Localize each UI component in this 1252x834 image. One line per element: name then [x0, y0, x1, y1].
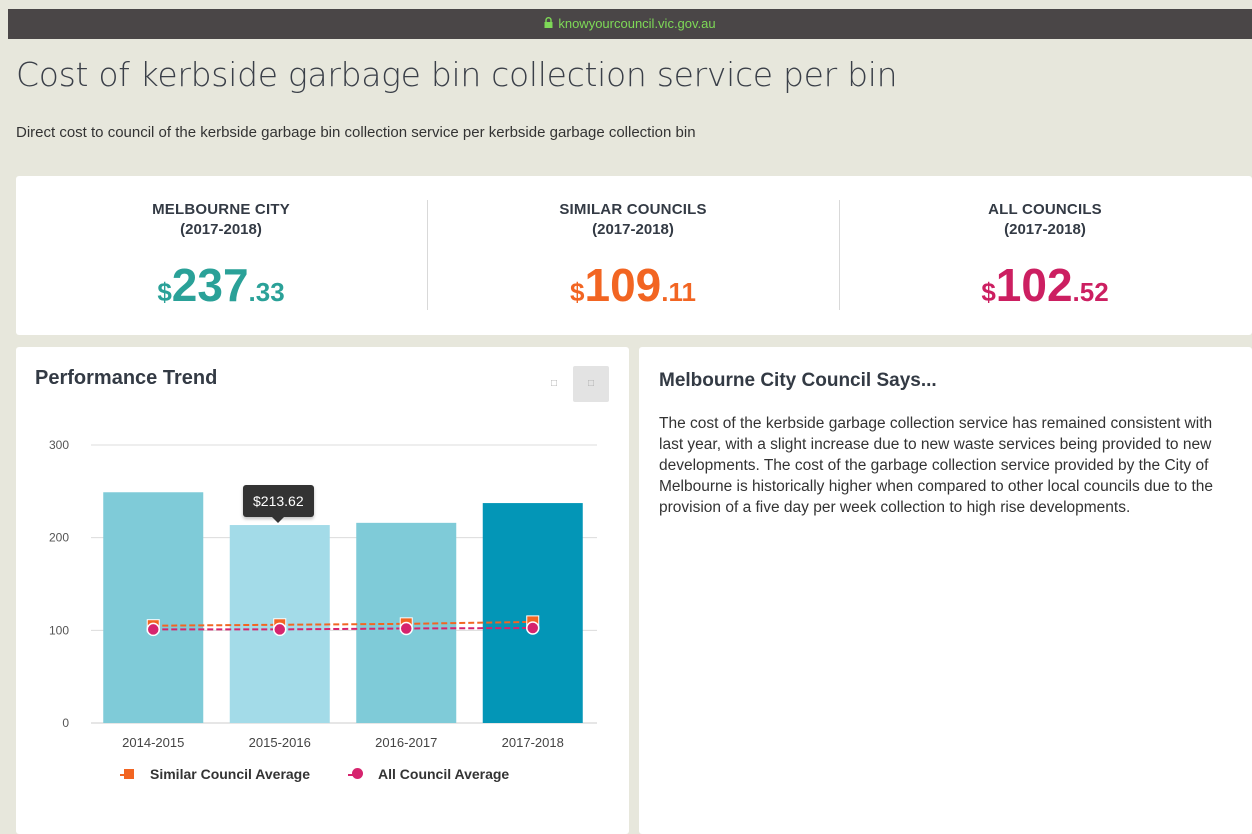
- all-council-average-line: [153, 626, 533, 631]
- chart-bar: [482, 503, 583, 723]
- stat-currency: $: [570, 277, 585, 307]
- legend-label: Similar Council Average: [150, 766, 311, 782]
- circle-marker-icon: [352, 768, 363, 779]
- council-says-text: The cost of the kerbside garbage collect…: [659, 415, 1213, 516]
- stat-melbourne-city: MELBOURNE CITY (2017-2018) $237.33: [16, 176, 426, 335]
- stat-all-councils: ALL COUNCILS (2017-2018) $102.52: [840, 176, 1250, 335]
- performance-trend-chart: 0 100 200 300 2014-2015 2015-2016 2016-2017 201…: [49, 438, 597, 750]
- table-icon[interactable]: □: [573, 366, 609, 402]
- all-council-average-point: [273, 622, 287, 637]
- stat-cents: .33: [248, 277, 285, 307]
- stat-name: MELBOURNE CITY: [152, 201, 290, 218]
- y-tick-label: 300: [49, 438, 69, 452]
- stat-year: (2017-2018): [1004, 221, 1086, 238]
- browser-url-bar[interactable]: knowyourcouncil.vic.gov.au: [8, 9, 1252, 39]
- bar-chart-icon[interactable]: □: [547, 377, 561, 391]
- stat-currency: $: [157, 277, 172, 307]
- council-says-panel: Melbourne City Council Says... The cost …: [639, 347, 1252, 834]
- stat-value: $102.52: [840, 258, 1250, 312]
- council-says-title: Melbourne City Council Says...: [659, 370, 937, 391]
- square-marker-icon: [124, 769, 134, 779]
- chart-tooltip: $213.62: [243, 485, 314, 523]
- x-tick-label: 2014-2015: [122, 735, 184, 750]
- stat-name: SIMILAR COUNCILS: [559, 201, 707, 218]
- x-tick-label: 2016-2017: [375, 735, 437, 750]
- x-tick-label: 2015-2016: [249, 735, 311, 750]
- url-text: knowyourcouncil.vic.gov.au: [558, 16, 716, 31]
- stat-cents: .52: [1072, 277, 1109, 307]
- stat-cents: .11: [661, 277, 696, 307]
- stat-whole: 102: [995, 259, 1073, 311]
- stat-similar-councils: SIMILAR COUNCILS (2017-2018) $109.11: [428, 176, 838, 335]
- stat-currency: $: [981, 277, 996, 307]
- all-council-average-point: [399, 621, 413, 636]
- page-title: Cost of kerbside garbage bin collection …: [16, 55, 898, 94]
- y-tick-label: 0: [62, 716, 69, 730]
- stat-value: $109.11: [428, 258, 838, 312]
- legend-label: All Council Average: [378, 766, 510, 782]
- x-tick-label: 2017-2018: [502, 735, 564, 750]
- stat-whole: 109: [584, 259, 662, 311]
- y-tick-label: 100: [49, 623, 69, 637]
- y-tick-label: 200: [49, 531, 69, 545]
- stat-whole: 237: [171, 259, 249, 311]
- similar-council-average-line: [153, 620, 533, 627]
- stat-year: (2017-2018): [592, 221, 674, 238]
- lock-icon: [544, 9, 553, 39]
- all-council-average-point: [146, 622, 160, 637]
- stat-year: (2017-2018): [180, 221, 262, 238]
- page-subtitle: Direct cost to council of the kerbside g…: [16, 124, 696, 141]
- stat-name: ALL COUNCILS: [988, 201, 1102, 218]
- all-council-average-point: [526, 621, 540, 635]
- performance-trend-title: Performance Trend: [35, 367, 218, 389]
- chart-bar: [103, 492, 204, 723]
- stats-card: MELBOURNE CITY (2017-2018) $237.33 SIMIL…: [16, 176, 1252, 335]
- stat-value: $237.33: [16, 258, 426, 312]
